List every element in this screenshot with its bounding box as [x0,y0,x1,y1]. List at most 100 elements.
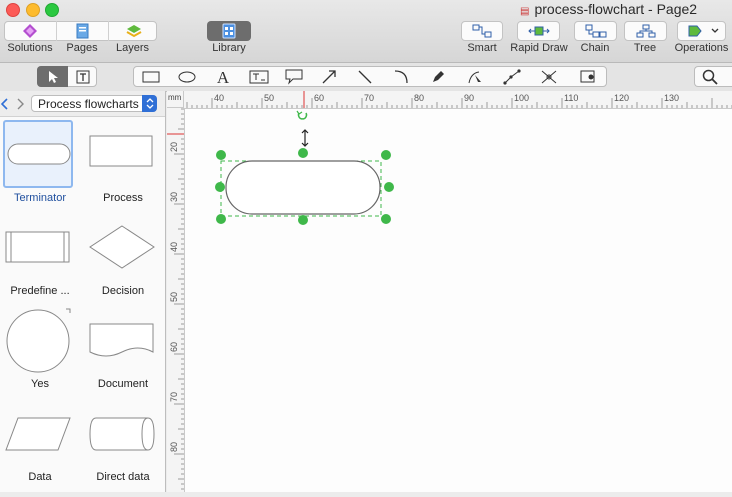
operations-button[interactable] [677,21,726,41]
connector-tool-icon[interactable] [532,66,566,87]
solutions-button[interactable] [4,21,56,41]
shape-label-terminator: Terminator [14,192,66,204]
shape-label-document: Document [97,378,149,390]
chevron-down-icon [711,28,719,33]
rapid-draw-button[interactable] [517,21,560,41]
shape-tile-yes[interactable] [6,307,72,373]
document-icon: ▤ [520,6,530,17]
svg-text:A: A [217,69,230,85]
shape-tile-direct-data[interactable] [88,416,156,452]
window-title-wrap: ▤ process-flowchart - Page2 [520,0,697,18]
ruler-label: 80 [169,442,179,452]
pointer-tool-icon[interactable] [37,66,68,87]
polyline-tool-icon[interactable] [495,66,529,87]
forward-chevron-icon[interactable] [16,97,26,110]
rotation-handle-icon[interactable] [296,110,308,120]
solutions-icon [4,21,56,41]
line-tool-icon[interactable] [348,66,382,87]
shape-tile-predefined[interactable] [4,229,72,265]
vertical-ruler[interactable]: 20 30 40 50 60 70 80 [167,108,185,492]
top-center-handle [298,148,308,158]
rapid-draw-label: Rapid Draw [510,42,568,54]
shape-label-decision: Decision [101,285,145,297]
ruler-label: 70 [364,93,374,103]
ruler-label: 50 [169,292,179,302]
smart-button[interactable] [461,21,503,41]
pages-button[interactable] [56,21,109,41]
layers-icon [109,21,158,41]
smart-connector-icon [462,22,502,40]
rapid-draw-icon [518,22,559,40]
smart-label: Smart [467,42,497,54]
top-left-handle [216,150,226,160]
shape-tile-document[interactable] [88,322,156,360]
rectangle-tool-icon[interactable] [134,66,168,87]
tree-label: Tree [633,42,657,54]
text-box-tool-icon[interactable] [68,66,97,87]
tree-icon [625,22,666,40]
library-select[interactable]: Process flowcharts [31,95,157,112]
ruler-label: 40 [214,93,224,103]
select-stepper-icon [142,95,157,112]
layers-button[interactable] [108,21,158,41]
text-tool-icon[interactable]: A [206,66,240,87]
ellipse-tool-icon[interactable] [170,66,204,87]
ruler-label: 50 [264,93,274,103]
insert-shape-tool-icon[interactable] [571,66,605,87]
operations-icon [678,22,725,40]
back-chevron-icon[interactable] [0,97,11,110]
title-toolbar: ▤ process-flowchart - Page2 Solutions Pag… [0,0,732,63]
shape-label-process: Process [103,192,143,204]
library-button[interactable] [207,21,251,41]
arrow-tool-icon[interactable] [312,66,346,87]
pen-tool-icon[interactable] [421,66,455,87]
library-panel: Process flowcharts Terminator Process Pr… [0,91,166,492]
process-shape-icon [89,135,153,167]
chain-button[interactable] [574,21,617,41]
ruler-label: 40 [169,242,179,252]
bottom-right-handle [381,214,391,224]
direct-data-shape-icon [89,417,155,451]
ruler-label: 130 [664,93,679,103]
shape-label-predefined: Predefine ... [10,285,70,297]
connector-circle-shape-icon [6,308,71,373]
drawing-tools-bar: A [0,63,732,92]
library-select-value: Process flowcharts [38,97,139,111]
terminator-shape[interactable] [225,160,381,215]
zoom-window-button[interactable] [45,3,59,17]
drawing-canvas[interactable] [185,109,732,492]
ruler-corner: mm [167,91,184,108]
library-header: Process flowcharts [0,91,165,117]
solutions-label: Solutions [7,42,53,54]
ruler-label: 100 [514,93,529,103]
callout-tool-icon[interactable] [277,66,311,87]
shape-tile-process[interactable] [88,133,156,171]
text-block-tool-icon[interactable] [242,66,276,87]
shape-label-yes: Yes [31,378,49,390]
bezier-tool-icon[interactable] [458,66,492,87]
ruler-label: 60 [314,93,324,103]
document-shape-icon [89,323,154,357]
search-button[interactable] [694,66,732,87]
ruler-unit: mm [168,93,182,102]
arc-tool-icon[interactable] [384,66,418,87]
minimize-window-button[interactable] [26,3,40,17]
shape-tile-data[interactable] [4,416,72,452]
ruler-label: 30 [169,192,179,202]
shape-tile-terminator[interactable] [3,120,73,188]
tree-button[interactable] [624,21,667,41]
bottom-left-handle [216,214,226,224]
terminator-shape-icon [7,143,71,165]
ruler-label: 80 [414,93,424,103]
decision-shape-icon [89,225,155,269]
ruler-label: 90 [464,93,474,103]
resize-cursor-icon [301,129,309,147]
ruler-label: 70 [169,392,179,402]
ruler-label: 110 [564,93,578,103]
operations-label: Operations [674,42,729,54]
shape-label-direct-data: Direct data [96,471,150,483]
chain-icon [575,22,616,40]
horizontal-ruler[interactable]: 40 50 60 70 80 90 100 110 120 130 [166,91,732,109]
close-window-button[interactable] [6,3,20,17]
shape-tile-decision[interactable] [88,224,156,270]
